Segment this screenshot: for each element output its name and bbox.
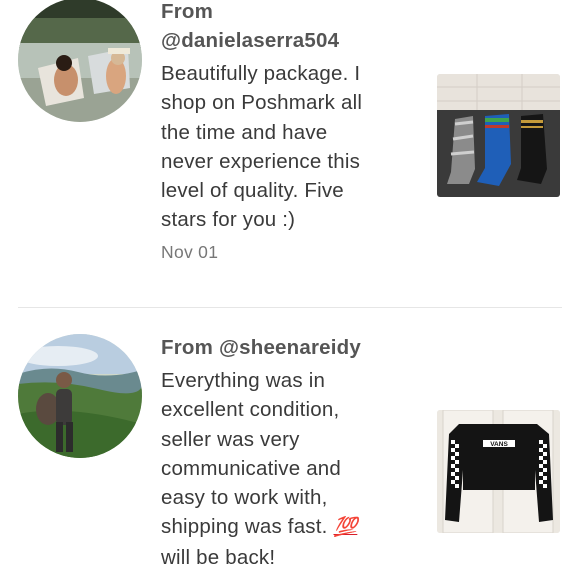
vans-shirt-photo-icon: VANS (437, 410, 560, 533)
hundred-points-icon: 💯 (333, 517, 358, 539)
socks-photo-icon (437, 74, 560, 197)
review-body: From @sheenareidy Everything was in exce… (161, 333, 426, 572)
review-date: Nov 01 (161, 241, 219, 262)
shirt-logo-text: VANS (490, 441, 508, 448)
review-from-label: From (161, 0, 214, 23)
reviewer-avatar[interactable] (18, 334, 142, 458)
review-text: Beautifully package. I shop on Poshmark … (161, 62, 363, 232)
review-text: Everything was in excellent condition, s… (161, 366, 426, 572)
review-body: From @danielaserra504 Beautifully packag… (161, 0, 426, 263)
review-divider (18, 307, 562, 308)
hiker-mountain-photo-icon (18, 334, 142, 458)
reviewer-from-line[interactable]: From @sheenareidy (161, 333, 426, 362)
reviewer-username-link[interactable]: @danielaserra504 (161, 26, 426, 55)
reviewer-avatar[interactable] (18, 0, 142, 122)
review-text-end: will be back! (161, 545, 276, 569)
review-text-main: Everything was in excellent condition, s… (161, 369, 342, 539)
beach-loungers-photo-icon (18, 0, 142, 122)
item-thumbnail[interactable] (437, 74, 560, 197)
item-thumbnail[interactable]: VANS (437, 410, 560, 533)
